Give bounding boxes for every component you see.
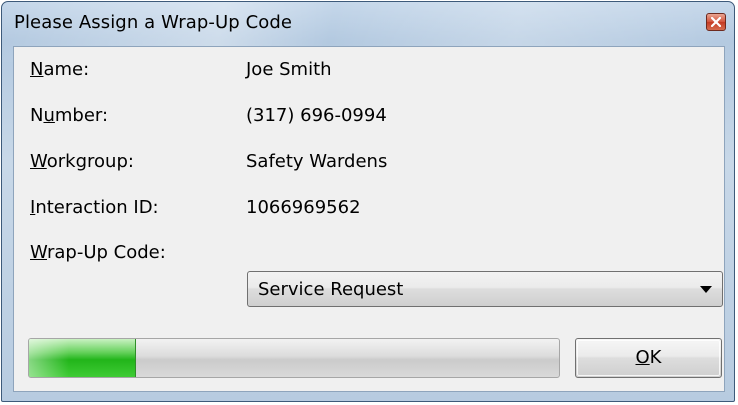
wrap-up-dialog: Please Assign a Wrap-Up Code Name: Joe S… bbox=[1, 1, 735, 402]
workgroup-label: Workgroup: bbox=[30, 151, 134, 172]
name-value: Joe Smith bbox=[246, 59, 332, 80]
number-label: Number: bbox=[30, 105, 109, 126]
close-button[interactable] bbox=[706, 13, 726, 31]
window-title: Please Assign a Wrap-Up Code bbox=[14, 12, 293, 33]
close-icon bbox=[711, 17, 721, 27]
progress-fill bbox=[29, 339, 136, 377]
wrap-up-code-dropdown[interactable]: Service Request bbox=[247, 271, 723, 307]
wrap-up-code-selected: Service Request bbox=[258, 279, 404, 300]
progress-bar bbox=[28, 338, 560, 378]
workgroup-value: Safety Wardens bbox=[246, 151, 388, 172]
chevron-down-icon bbox=[700, 286, 712, 293]
ok-button[interactable]: OK bbox=[575, 338, 722, 378]
number-value: (317) 696-0994 bbox=[246, 105, 387, 126]
title-bar[interactable]: Please Assign a Wrap-Up Code bbox=[2, 2, 734, 42]
name-label: Name: bbox=[30, 59, 90, 80]
wrap-up-code-label: Wrap-Up Code: bbox=[30, 242, 166, 263]
interaction-id-value: 1066969562 bbox=[246, 197, 361, 218]
interaction-id-label: Interaction ID: bbox=[30, 197, 159, 218]
dialog-body: Name: Joe Smith Number: (317) 696-0994 W… bbox=[13, 46, 725, 392]
